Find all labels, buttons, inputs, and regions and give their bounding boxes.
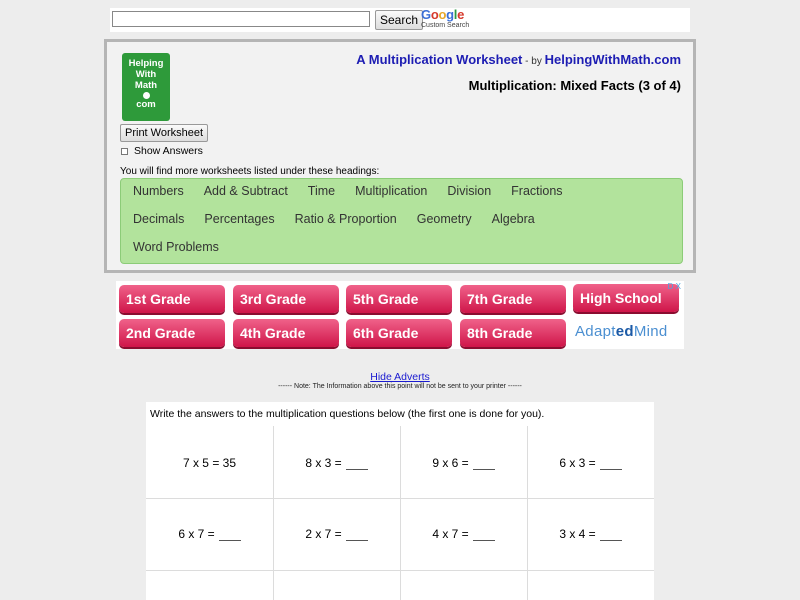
logo-line: Math — [134, 80, 158, 91]
category-add-subtract[interactable]: Add & Subtract — [204, 184, 288, 198]
grade-button-4th[interactable]: 4th Grade — [233, 319, 339, 347]
site-link[interactable]: HelpingWithMath.com — [545, 52, 681, 67]
category-algebra[interactable]: Algebra — [492, 212, 535, 226]
by-text: - by — [522, 56, 545, 67]
problem-cell: 6 x 3 = — [527, 456, 654, 470]
grid-divider — [146, 498, 654, 499]
category-menu: Numbers Add & Subtract Time Multiplication D… — [120, 178, 683, 264]
problem-question: 9 x 6 = — [432, 456, 469, 470]
grid-divider — [273, 426, 274, 600]
brand-part: Adapt — [575, 323, 616, 340]
category-row: Word Problems — [133, 240, 239, 254]
page-title: A Multiplication Worksheet - by HelpingW… — [356, 52, 681, 67]
answer-blank[interactable] — [218, 530, 241, 541]
adaptedmind-logo[interactable]: AdaptedMind — [575, 323, 668, 340]
worksheet: Write the answers to the multiplication … — [146, 402, 654, 600]
logo-line: com — [136, 99, 156, 110]
search-bar: Search Google Custom Search — [110, 8, 690, 32]
category-decimals[interactable]: Decimals — [133, 212, 184, 226]
grid-divider — [400, 426, 401, 600]
categories-intro: You will find more worksheets listed und… — [120, 166, 380, 177]
search-input[interactable] — [112, 11, 370, 27]
custom-search-label: Custom Search — [421, 22, 470, 29]
printer-note: ------ Note: The Information above this … — [278, 383, 522, 390]
problem-cell: 7 x 5 = 35 — [146, 456, 273, 470]
category-division[interactable]: Division — [447, 184, 491, 198]
show-answers-label: Show Answers — [134, 145, 203, 157]
grade-button-8th[interactable]: 8th Grade — [460, 319, 566, 347]
worksheet-header-panel: Helping With Math com A Multiplication W… — [104, 39, 696, 273]
grade-advert: 1st Grade 3rd Grade 5th Grade 7th Grade … — [116, 281, 684, 349]
worksheet-title: A Multiplication Worksheet — [356, 52, 523, 67]
problem-cell: 4 x 7 = — [400, 527, 527, 541]
google-logo: Google — [421, 7, 465, 22]
helping-with-math-logo[interactable]: Helping With Math com — [122, 53, 170, 121]
answer-blank[interactable] — [599, 459, 622, 470]
problem-question: 6 x 7 = — [178, 527, 215, 541]
logo-dot-icon — [142, 92, 150, 99]
grade-button-7th[interactable]: 7th Grade — [460, 285, 566, 313]
problem-cell: 6 x 7 = — [146, 527, 273, 541]
search-button[interactable]: Search — [375, 10, 424, 30]
print-worksheet-button[interactable]: Print Worksheet — [120, 124, 209, 142]
problem-answer: 35 — [222, 456, 237, 470]
problem-question: 2 x 7 = — [305, 527, 342, 541]
google-custom-search-logo: Google Custom Search — [421, 8, 491, 30]
problem-cell: 3 x 4 = — [527, 527, 654, 541]
logo-line: Helping — [128, 58, 164, 69]
grade-button-1st[interactable]: 1st Grade — [119, 285, 225, 313]
ad-close-icon[interactable]: D X — [668, 282, 681, 291]
grade-button-3rd[interactable]: 3rd Grade — [233, 285, 339, 313]
grade-button-6th[interactable]: 6th Grade — [346, 319, 452, 347]
category-geometry[interactable]: Geometry — [417, 212, 472, 226]
category-word-problems[interactable]: Word Problems — [133, 240, 219, 254]
category-percentages[interactable]: Percentages — [204, 212, 274, 226]
problem-question: 4 x 7 = — [432, 527, 469, 541]
category-ratio-proportion[interactable]: Ratio & Proportion — [295, 212, 397, 226]
logo-line: With — [135, 69, 157, 80]
worksheet-subtitle: Multiplication: Mixed Facts (3 of 4) — [468, 78, 681, 93]
category-row: Decimals Percentages Ratio & Proportion Geo… — [133, 212, 555, 226]
grade-button-5th[interactable]: 5th Grade — [346, 285, 452, 313]
worksheet-instructions: Write the answers to the multiplication … — [150, 408, 545, 420]
category-numbers[interactable]: Numbers — [133, 184, 184, 198]
brand-part: ed — [615, 323, 634, 340]
grade-button-high-school[interactable]: High School — [573, 284, 679, 312]
problem-cell: 8 x 3 = — [273, 456, 400, 470]
answer-blank[interactable] — [345, 459, 368, 470]
problem-question: 3 x 4 = — [559, 527, 596, 541]
show-answers-toggle[interactable]: Show Answers — [121, 145, 203, 157]
answer-blank[interactable] — [345, 530, 368, 541]
problem-cell: 2 x 7 = — [273, 527, 400, 541]
answer-blank[interactable] — [599, 530, 622, 541]
category-row: Numbers Add & Subtract Time Multiplication D… — [133, 184, 583, 198]
answer-blank[interactable] — [472, 530, 495, 541]
category-multiplication[interactable]: Multiplication — [355, 184, 427, 198]
problem-cell: 9 x 6 = — [400, 456, 527, 470]
category-fractions[interactable]: Fractions — [511, 184, 562, 198]
grid-divider — [527, 426, 528, 600]
grid-divider — [146, 570, 654, 571]
brand-part: Mind — [633, 323, 668, 340]
grade-button-2nd[interactable]: 2nd Grade — [119, 319, 225, 347]
hide-adverts-link[interactable]: Hide Adverts — [0, 371, 800, 383]
problem-question: 7 x 5 = — [182, 456, 220, 470]
answer-blank[interactable] — [472, 459, 495, 470]
problem-question: 8 x 3 = — [305, 456, 342, 470]
show-answers-checkbox[interactable] — [121, 147, 128, 155]
category-time[interactable]: Time — [308, 184, 335, 198]
problem-question: 6 x 3 = — [559, 456, 596, 470]
